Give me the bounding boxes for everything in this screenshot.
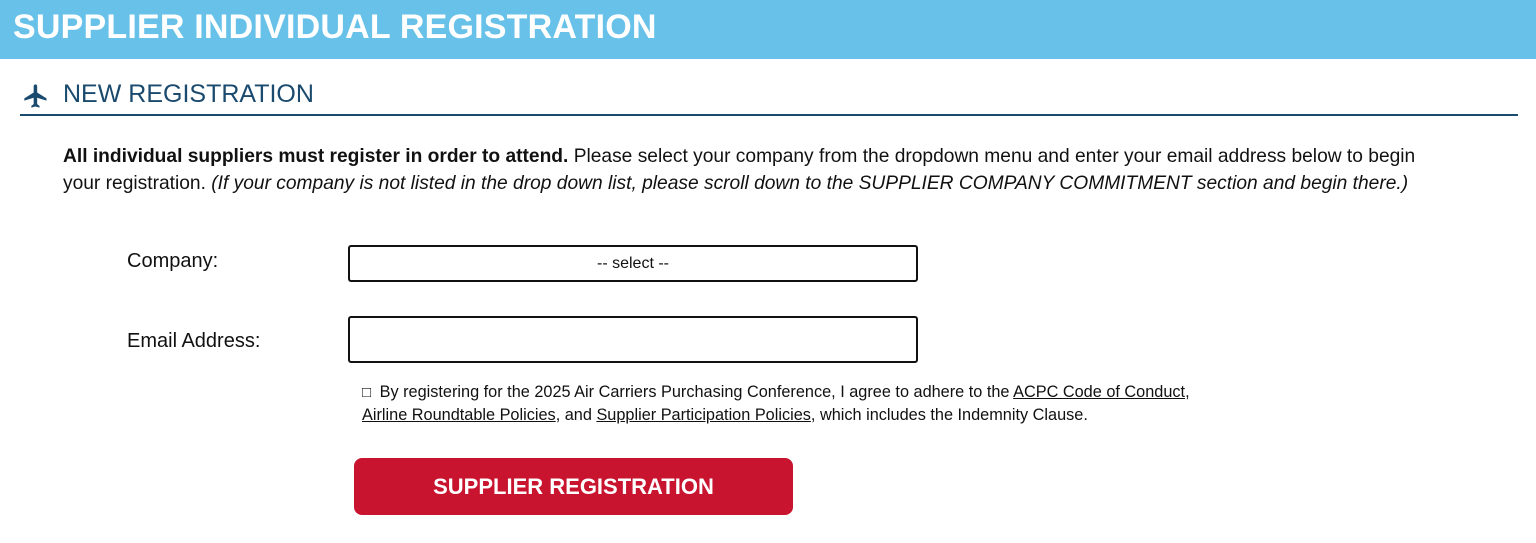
airplane-icon: [24, 84, 47, 108]
agreement-checkbox[interactable]: □: [362, 384, 371, 401]
acpc-code-link[interactable]: ACPC Code of Conduct: [1013, 383, 1185, 401]
section-title: NEW REGISTRATION: [63, 80, 314, 108]
intro-bold: All individual suppliers must register i…: [63, 146, 569, 167]
page-title: SUPPLIER INDIVIDUAL REGISTRATION: [13, 8, 657, 46]
company-select[interactable]: -- select --: [348, 245, 918, 282]
agreement-text-before: By registering for the 2025 Air Carriers…: [375, 383, 1014, 401]
supplier-registration-button-label: SUPPLIER REGISTRATION: [433, 473, 714, 499]
roundtable-policies-link[interactable]: Airline Roundtable Policies: [362, 406, 556, 424]
email-field[interactable]: [348, 316, 918, 363]
supplier-policies-link[interactable]: Supplier Participation Policies: [596, 406, 810, 424]
company-label: Company:: [127, 250, 219, 272]
agreement-comma: ,: [1185, 383, 1190, 401]
page-banner: SUPPLIER INDIVIDUAL REGISTRATION: [0, 0, 1536, 59]
intro-italic: (If your company is not listed in the dr…: [211, 173, 1409, 194]
section-header: NEW REGISTRATION: [20, 76, 1518, 116]
intro-text: All individual suppliers must register i…: [63, 143, 1453, 197]
agreement-text: □ By registering for the 2025 Air Carrie…: [362, 381, 1262, 427]
email-label: Email Address:: [127, 330, 261, 352]
agreement-and: , and: [555, 406, 597, 424]
agreement-text-after: , which includes the Indemnity Clause.: [810, 406, 1088, 424]
supplier-registration-button[interactable]: SUPPLIER REGISTRATION: [354, 458, 793, 515]
company-select-value: -- select --: [597, 254, 669, 272]
